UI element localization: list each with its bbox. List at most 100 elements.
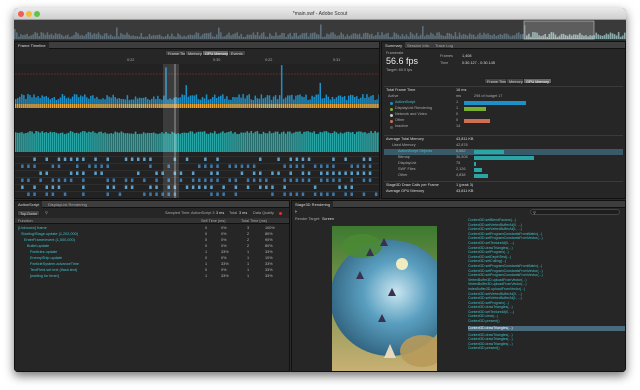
frame-time-bar-segment [183, 104, 185, 108]
overview-bar [236, 32, 238, 39]
log-row-selected[interactable]: Context3D.drawTriangles(...) [468, 325, 625, 331]
api-call-log[interactable]: Context3D.setBlendFactors(...) Context3D.… [468, 218, 625, 371]
overview-bar [273, 35, 275, 39]
overview-bar [281, 32, 283, 39]
memory-bar [220, 132, 222, 152]
overview-bar [393, 32, 396, 39]
overview-bar [293, 32, 296, 39]
col-total-time[interactable]: Total Time (ms) [241, 219, 267, 223]
table-row[interactable]: [waiting for timer] 1 33% 1 33% [15, 273, 289, 279]
overview-bar [254, 34, 257, 39]
actionscript-panel: ActionScript DisplayList Rendering Top-D… [14, 200, 290, 372]
memory-row-label: DisplayList [398, 161, 417, 165]
frame-time-bar-segment [55, 104, 58, 108]
memory-bar [134, 131, 137, 152]
memory-bar [287, 131, 289, 152]
memory-bar [27, 132, 29, 152]
overview-bar [22, 35, 24, 39]
overview-bar [320, 24, 322, 39]
tab-frame-timeline[interactable]: Frame Timeline [15, 42, 49, 49]
overview-bar [38, 36, 41, 39]
filter-icon[interactable]: ⚲ [45, 210, 48, 215]
frame-time-bar-segment [63, 104, 66, 108]
log-search-input[interactable]: ⚲ [530, 209, 620, 215]
frame-time-row-label[interactable]: DisplayList Rendering [395, 106, 432, 110]
sampled-time-label: Sampled Time: [165, 211, 191, 215]
overview-bar [360, 36, 363, 39]
memory-bar [362, 132, 364, 152]
frame-time-bar-segment [260, 104, 263, 108]
overview-bar [299, 34, 302, 39]
event-marker [185, 185, 189, 189]
memory-bar [272, 132, 275, 152]
memory-bar [19, 132, 21, 152]
overview-bar [338, 35, 340, 39]
self-percent: 33% [221, 274, 229, 278]
frame-time-bar-segment [234, 104, 236, 108]
log-row[interactable]: Context3D.present() [468, 346, 625, 351]
tab-gpu-memory[interactable]: GPU Memory [202, 50, 231, 56]
track-divider [15, 170, 379, 171]
tab-events[interactable]: Events [228, 50, 246, 56]
overview-bar [220, 32, 222, 39]
memory-bar [67, 132, 70, 152]
event-marker [130, 178, 134, 182]
event-marker [76, 171, 79, 175]
overview-bar [71, 36, 73, 39]
overview-bar [311, 32, 314, 39]
frame-timeline-graph[interactable] [15, 64, 380, 199]
overview-bar [126, 32, 128, 39]
frame-time-bar-segment [157, 104, 159, 108]
event-marker [277, 171, 280, 175]
memory-row-label: Used Memory [392, 143, 416, 147]
event-marker [179, 178, 183, 182]
render-target-value[interactable]: Screen [322, 217, 334, 221]
memory-row[interactable] [384, 173, 623, 179]
memory-row-bar [474, 174, 488, 178]
frame-time-row-label[interactable]: Network and Video [395, 112, 427, 116]
overview-bar [403, 36, 406, 39]
frame-time-bar-segment [311, 104, 313, 108]
summary-tab-gpu-memory[interactable]: GPU Memory [523, 78, 552, 84]
tab-stage3d-rendering[interactable]: Stage3D Rendering [292, 201, 334, 208]
memory-bar [242, 132, 244, 152]
log-row[interactable]: Context3D.present() [468, 319, 625, 324]
overview-selection[interactable] [523, 20, 595, 40]
col-self-time[interactable]: Self Time (ms) [201, 219, 225, 223]
overview-bar [623, 32, 626, 39]
frame-time-bar [280, 65, 283, 108]
frame-time-row-label[interactable]: Inactive [395, 124, 408, 128]
memory-bar [144, 133, 147, 152]
timeline-selection[interactable] [163, 64, 179, 199]
memory-row-value: 42,878 [456, 143, 468, 147]
memory-bar [313, 131, 316, 152]
playback-icon[interactable]: ⏵ [295, 210, 297, 214]
tab-actionscript[interactable]: ActionScript [15, 201, 43, 208]
event-marker [301, 192, 305, 196]
col-function[interactable]: Function [18, 219, 33, 223]
tab-summary[interactable]: Summary [382, 42, 406, 49]
frame-time-bar-segment [360, 104, 362, 108]
memory-bar [65, 133, 68, 152]
frame-time-bar-segment [327, 104, 330, 108]
frame-time-bar-segment [106, 104, 108, 108]
frame-time-bar-segment [307, 104, 309, 108]
frame-time-bar-segment [321, 104, 324, 108]
tab-trace-log[interactable]: Trace Log [432, 42, 456, 49]
event-marker [350, 164, 353, 168]
frame-time-row-label[interactable]: Other [395, 118, 405, 122]
frame-time-bar-segment [254, 104, 257, 108]
tab-session-info[interactable]: Session Info [404, 42, 432, 49]
overview-bar [54, 33, 57, 39]
view-mode-dropdown[interactable]: Top-Down [17, 210, 41, 216]
overview-bar [79, 35, 81, 39]
frame-time-bar-segment [368, 104, 370, 108]
overview-bar [250, 34, 253, 39]
tab-displaylist-rendering[interactable]: DisplayList Rendering [45, 201, 90, 208]
event-marker [82, 171, 85, 175]
overview-bar [138, 36, 141, 39]
session-overview[interactable] [14, 20, 626, 40]
frame-time-row-label[interactable]: ActionScript [395, 100, 415, 104]
frame-time-bar-segment [341, 104, 344, 108]
frame-time-bar-segment [297, 104, 299, 108]
